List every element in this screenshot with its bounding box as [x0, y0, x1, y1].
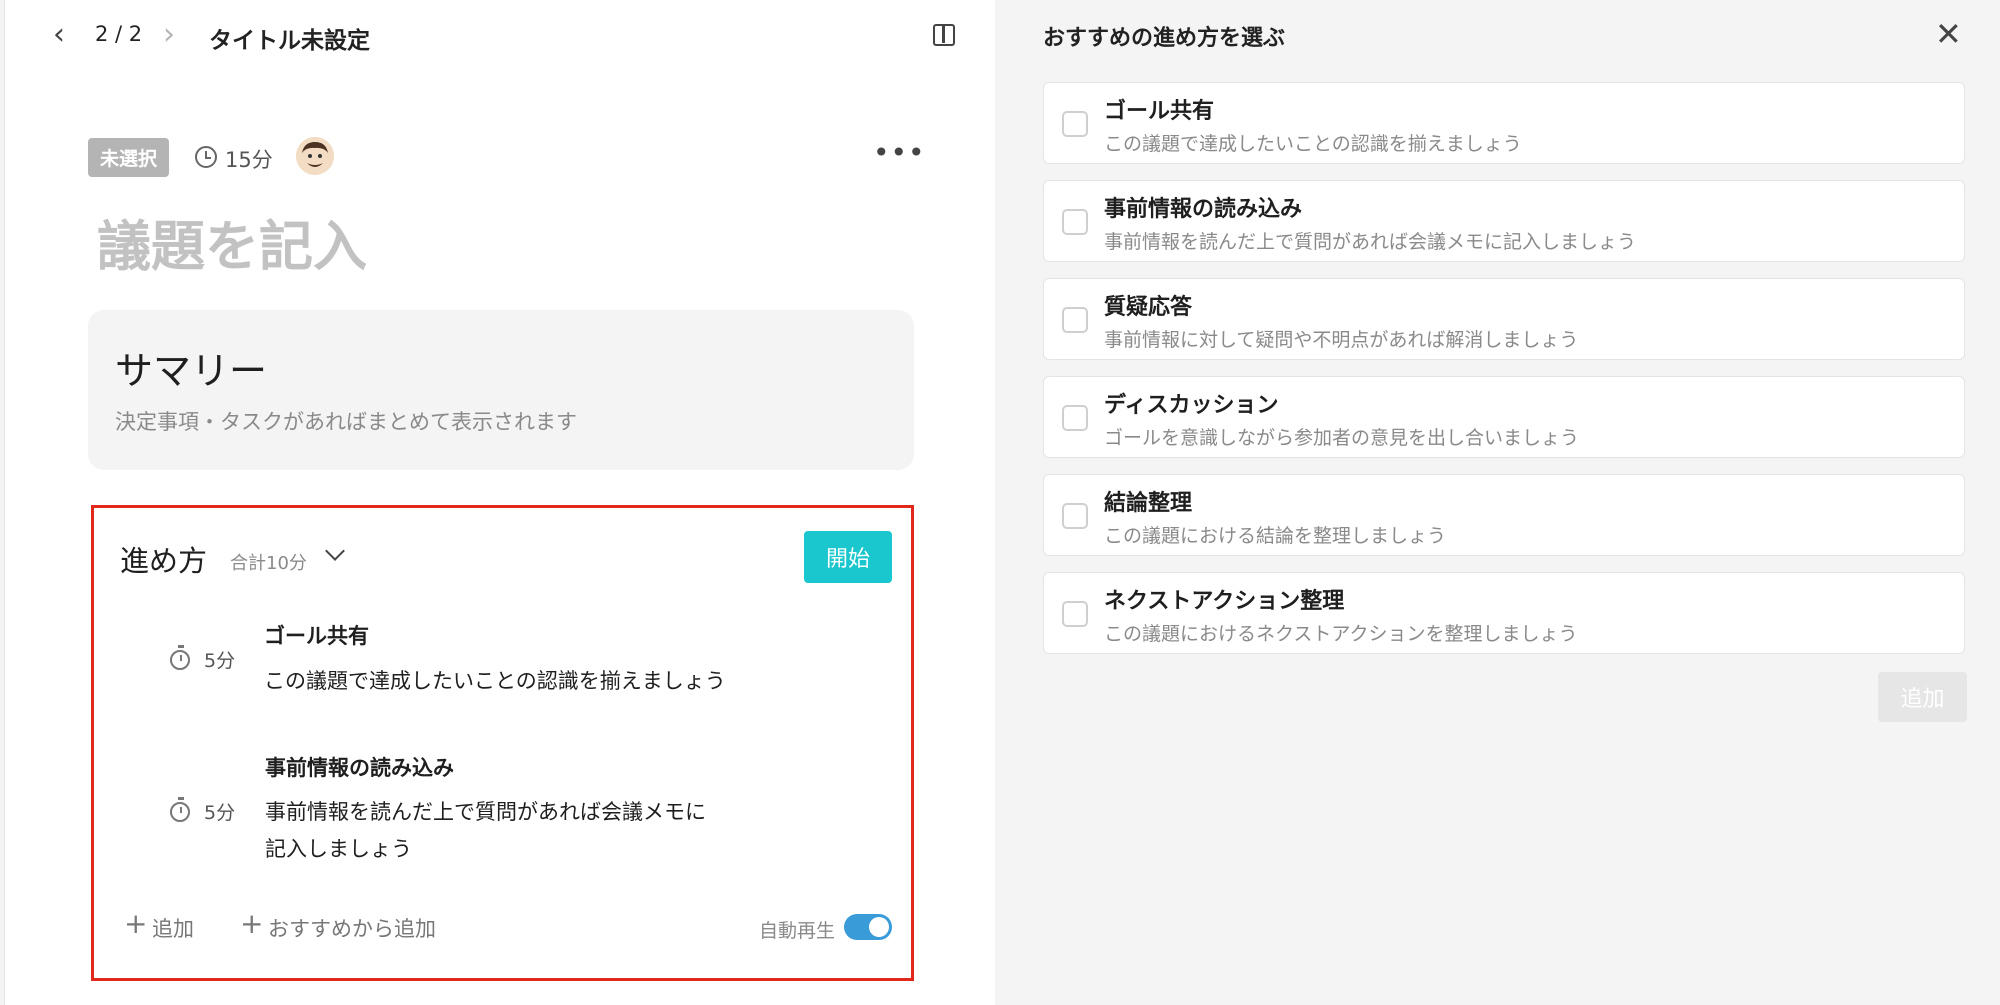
- agenda-title-input[interactable]: 議題を記入: [97, 202, 367, 281]
- summary-text: 決定事項・タスクがあればまとめて表示されます: [115, 410, 577, 434]
- recommendation-item[interactable]: 結論整理この議題における結論を整理しましょう: [1043, 474, 1965, 556]
- recommendation-title: 結論整理: [1104, 491, 1193, 516]
- recommendation-item[interactable]: 質疑応答事前情報に対して疑問や不明点があれば解消しましょう: [1043, 278, 1965, 360]
- checkbox[interactable]: [1062, 111, 1088, 137]
- plus-icon: +: [124, 907, 148, 940]
- duration-label[interactable]: 15分: [225, 144, 273, 174]
- step-time[interactable]: 5分: [204, 646, 235, 673]
- step-description-line2[interactable]: 記入しましょう: [265, 831, 412, 868]
- add-recommended-button[interactable]: おすすめから追加: [268, 913, 436, 943]
- recommendation-title: ネクストアクション整理: [1104, 589, 1345, 614]
- summary-title: サマリー: [115, 349, 268, 393]
- step-title[interactable]: 事前情報の読み込み: [265, 752, 454, 782]
- recommendation-description: 事前情報を読んだ上で質問があれば会議メモに記入しましょう: [1104, 231, 1637, 253]
- summary-card: サマリー 決定事項・タスクがあればまとめて表示されます: [88, 310, 914, 470]
- step-time[interactable]: 5分: [204, 798, 235, 825]
- autoplay-toggle[interactable]: [844, 914, 892, 940]
- recommendation-item[interactable]: ゴール共有この議題で達成したいことの認識を揃えましょう: [1043, 82, 1965, 164]
- recommendation-description: ゴールを意識しながら参加者の意見を出し合いましょう: [1104, 427, 1580, 449]
- step-title[interactable]: ゴール共有: [264, 620, 369, 650]
- recommended-panel: おすすめの進め方を選ぶ ✕ ゴール共有この議題で達成したいことの認識を揃えましょ…: [995, 0, 2000, 1005]
- recommendation-item[interactable]: ネクストアクション整理この議題におけるネクストアクションを整理しましょう: [1043, 572, 1965, 654]
- recommendation-title: ディスカッション: [1104, 393, 1279, 418]
- start-button[interactable]: 開始: [804, 531, 892, 583]
- page-indicator: 2 / 2: [95, 22, 143, 46]
- autoplay-label: 自動再生: [759, 920, 836, 942]
- recommendation-description: この議題におけるネクストアクションを整理しましょう: [1104, 623, 1578, 645]
- checkbox[interactable]: [1062, 601, 1088, 627]
- recommendation-title: 事前情報の読み込み: [1104, 197, 1303, 222]
- status-badge[interactable]: 未選択: [88, 138, 170, 177]
- step-description[interactable]: 事前情報を読んだ上で質問があれば会議メモに: [265, 794, 706, 831]
- checkbox[interactable]: [1062, 209, 1088, 235]
- panel-title: おすすめの進め方を選ぶ: [1043, 26, 1286, 51]
- timer-icon: [170, 797, 190, 822]
- recommendation-title: ゴール共有: [1104, 99, 1215, 124]
- close-icon[interactable]: ✕: [1935, 18, 1962, 50]
- checkbox[interactable]: [1062, 503, 1088, 529]
- recommendation-description: 事前情報に対して疑問や不明点があれば解消しましょう: [1104, 329, 1579, 351]
- more-dots-icon[interactable]: •••: [873, 136, 926, 169]
- checkbox[interactable]: [1062, 405, 1088, 431]
- method-section: 進め方 合計10分 開始 5分 ゴール共有 この議題で達成したいことの認識を揃え…: [91, 505, 914, 981]
- recommendation-title: 質疑応答: [1104, 295, 1193, 320]
- clock-icon: [195, 146, 217, 168]
- checkbox[interactable]: [1062, 307, 1088, 333]
- add-selected-button[interactable]: 追加: [1878, 672, 1967, 722]
- agenda-editor: ‹ 2 / 2 › タイトル未設定 未選択 15分 ••• 議題を記入 サマリー…: [4, 0, 995, 1005]
- document-title: タイトル未設定: [209, 28, 370, 54]
- recommendation-item[interactable]: ディスカッションゴールを意識しながら参加者の意見を出し合いましょう: [1043, 376, 1965, 458]
- step-description[interactable]: この議題で達成したいことの認識を揃えましょう: [264, 663, 726, 700]
- plus-icon: +: [240, 907, 264, 940]
- split-panel-icon[interactable]: [933, 24, 955, 46]
- method-title: 進め方: [120, 544, 208, 578]
- avatar[interactable]: [296, 137, 334, 175]
- chevron-down-icon[interactable]: [325, 541, 345, 561]
- recommendation-description: この議題における結論を整理しましょう: [1104, 525, 1447, 547]
- chevron-left-icon[interactable]: ‹: [53, 20, 65, 50]
- add-step-button[interactable]: 追加: [152, 913, 194, 943]
- timer-icon: [170, 645, 190, 670]
- chevron-right-icon[interactable]: ›: [163, 20, 175, 50]
- method-total: 合計10分: [230, 553, 307, 574]
- recommendation-item[interactable]: 事前情報の読み込み事前情報を読んだ上で質問があれば会議メモに記入しましょう: [1043, 180, 1965, 262]
- recommendation-description: この議題で達成したいことの認識を揃えましょう: [1104, 133, 1522, 155]
